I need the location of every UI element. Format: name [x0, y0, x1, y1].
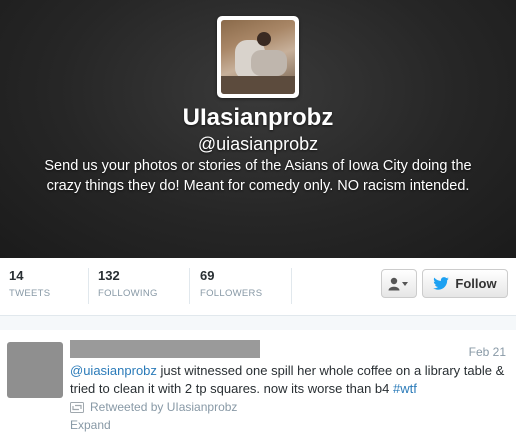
- stat-following-label: FOLLOWING: [98, 288, 158, 299]
- profile-header: UIasianprobz @uiasianprobz Send us your …: [0, 0, 516, 258]
- avatar-photo: [221, 20, 295, 94]
- stat-followers[interactable]: 69 FOLLOWERS: [200, 268, 262, 299]
- profile-bio: Send us your photos or stories of the As…: [44, 158, 472, 194]
- profile-avatar[interactable]: [217, 16, 299, 98]
- tweet-hashtag-link[interactable]: #wtf: [393, 381, 417, 396]
- stat-followers-value: 69: [200, 268, 215, 283]
- stat-divider: [189, 268, 190, 304]
- stat-tweets-value: 14: [9, 268, 24, 283]
- tweet-text: @uiasianprobz just witnessed one spill h…: [70, 362, 510, 398]
- user-actions-dropdown[interactable]: [381, 269, 417, 298]
- profile-display-name: UIasianprobz: [182, 104, 334, 131]
- stat-tweets-label: TWEETS: [9, 288, 51, 299]
- twitter-bird-icon: [433, 277, 450, 290]
- follow-button-label: Follow: [455, 276, 497, 291]
- expand-link[interactable]: Expand: [70, 418, 111, 432]
- tweet-author-name-redacted[interactable]: [70, 340, 260, 358]
- retweeted-by[interactable]: Retweeted by UIasianprobz: [70, 400, 237, 414]
- user-icon: [388, 277, 408, 290]
- stat-following-value: 132: [98, 268, 120, 283]
- retweeted-by-label: Retweeted by UIasianprobz: [90, 400, 238, 414]
- follow-button[interactable]: Follow: [422, 269, 508, 298]
- stat-tweets[interactable]: 14 TWEETS: [9, 268, 50, 299]
- retweet-icon: [70, 401, 84, 413]
- tweet-timestamp[interactable]: Feb 21: [469, 345, 506, 359]
- stat-divider: [291, 268, 292, 304]
- tweet-author-avatar-redacted[interactable]: [7, 342, 63, 398]
- profile-handle: @uiasianprobz: [197, 134, 319, 154]
- tweet-mention-link[interactable]: @uiasianprobz: [70, 363, 157, 378]
- stat-divider: [88, 268, 89, 304]
- stat-followers-label: FOLLOWERS: [200, 288, 263, 299]
- tweet[interactable]: Feb 21 @uiasianprobz just witnessed one …: [0, 330, 516, 435]
- stat-following[interactable]: 132 FOLLOWING: [98, 268, 158, 299]
